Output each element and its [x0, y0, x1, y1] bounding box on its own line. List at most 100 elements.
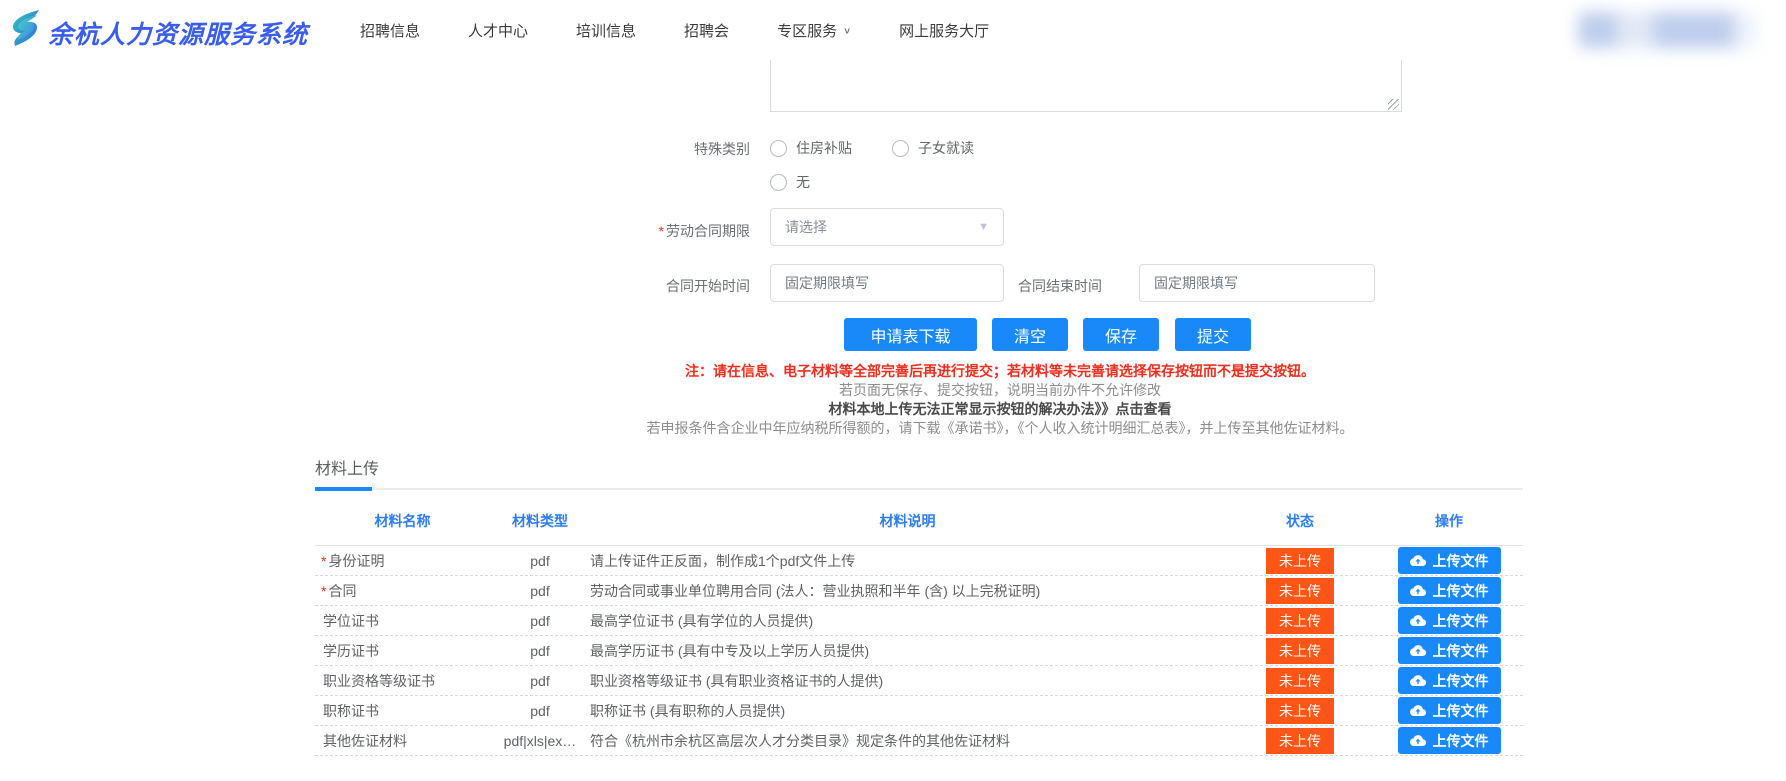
nav-item-online-service-hall[interactable]: 网上服务大厅: [899, 20, 989, 41]
status-badge: 未上传: [1266, 728, 1334, 754]
status-badge: 未上传: [1266, 548, 1334, 574]
upload-file-button[interactable]: 上传文件: [1398, 547, 1501, 574]
top-navbar: 余杭人力资源服务系统 招聘信息 人才中心 培训信息 招聘会 专区服务 ∨ 网上服…: [0, 0, 1786, 60]
brand-logo[interactable]: 余杭人力资源服务系统: [10, 9, 308, 56]
clear-button[interactable]: 清空: [992, 318, 1068, 351]
note-line-2: 若页面无保存、提交按钮，说明当前办件不允许修改: [420, 381, 1580, 400]
material-desc: 请上传证件正反面，制作成1个pdf文件上传: [590, 551, 1225, 571]
radio-circle-icon[interactable]: [770, 140, 787, 157]
cloud-upload-icon: [1410, 584, 1426, 597]
material-type: pdf: [490, 553, 590, 569]
material-name: 职称证书: [323, 703, 379, 719]
material-name: 身份证明: [328, 553, 384, 569]
col-header-name: 材料名称: [315, 511, 490, 531]
note-upload-help-link[interactable]: 材料本地上传无法正常显示按钮的解决办法》》点击查看: [420, 400, 1580, 419]
status-badge: 未上传: [1266, 698, 1334, 724]
user-account-blurred[interactable]: [1578, 12, 1756, 48]
status-badge: 未上传: [1266, 578, 1334, 604]
required-asterisk: *: [659, 223, 664, 239]
radio-none[interactable]: 无: [770, 172, 810, 192]
cloud-upload-icon: [1410, 704, 1426, 717]
status-badge: 未上传: [1266, 638, 1334, 664]
contract-term-label: *劳动合同期限: [560, 221, 750, 241]
material-type: pdf: [490, 613, 590, 629]
required-asterisk: *: [321, 583, 326, 599]
cloud-upload-icon: [1410, 674, 1426, 687]
nav-item-job-fair[interactable]: 招聘会: [684, 20, 729, 41]
save-button[interactable]: 保存: [1083, 318, 1159, 351]
note-warning: 注：请在信息、电子材料等全部完善后再进行提交；若材料等未完善请选择保存按钮而不是…: [420, 362, 1580, 381]
nav-item-talent-center[interactable]: 人才中心: [468, 20, 528, 41]
notes-block: 注：请在信息、电子材料等全部完善后再进行提交；若材料等未完善请选择保存按钮而不是…: [420, 362, 1580, 438]
material-name: 职业资格等级证书: [323, 673, 435, 689]
upload-file-button[interactable]: 上传文件: [1398, 667, 1501, 694]
material-type: pdf: [490, 703, 590, 719]
table-row: 学位证书 pdf 最高学位证书 (具有学位的人员提供) 未上传 上传文件: [315, 606, 1523, 636]
note-line-4: 若申报条件含企业中年应纳税所得额的，请下载《承诺书》，《个人收入统计明细汇总表》…: [420, 419, 1580, 438]
table-row: *身份证明 pdf 请上传证件正反面，制作成1个pdf文件上传 未上传 上传文件: [315, 546, 1523, 576]
material-type: pdf: [490, 673, 590, 689]
material-name: 学历证书: [323, 643, 379, 659]
col-header-desc: 材料说明: [590, 511, 1225, 531]
upload-file-button[interactable]: 上传文件: [1398, 727, 1501, 754]
material-type: pdf|xls|ex…: [490, 733, 590, 749]
material-desc: 符合《杭州市余杭区高层次人才分类目录》规定条件的其他佐证材料: [590, 731, 1225, 751]
submit-button[interactable]: 提交: [1175, 318, 1251, 351]
col-header-type: 材料类型: [490, 511, 590, 531]
table-row: *合同 pdf 劳动合同或事业单位聘用合同 (法人：营业执照和半年 (含) 以上…: [315, 576, 1523, 606]
upload-file-button[interactable]: 上传文件: [1398, 607, 1501, 634]
section-divider-accent: [315, 487, 372, 491]
radio-housing-subsidy[interactable]: 住房补贴: [770, 138, 852, 158]
main-nav: 招聘信息 人才中心 培训信息 招聘会 专区服务 ∨ 网上服务大厅: [360, 0, 989, 60]
materials-table: 材料名称 材料类型 材料说明 状态 操作 *身份证明 pdf 请上传证件正反面，…: [315, 496, 1523, 756]
cloud-upload-icon: [1410, 644, 1426, 657]
material-desc: 职称证书 (具有职称的人员提供): [590, 701, 1225, 721]
upload-file-button[interactable]: 上传文件: [1398, 697, 1501, 724]
radio-circle-icon[interactable]: [770, 174, 787, 191]
materials-section-title: 材料上传: [315, 455, 379, 479]
radio-circle-icon[interactable]: [892, 140, 909, 157]
materials-table-body: *身份证明 pdf 请上传证件正反面，制作成1个pdf文件上传 未上传 上传文件…: [315, 546, 1523, 756]
material-desc: 劳动合同或事业单位聘用合同 (法人：营业执照和半年 (含) 以上完税证明): [590, 581, 1225, 601]
cloud-upload-icon: [1410, 614, 1426, 627]
brand-name: 余杭人力资源服务系统: [48, 15, 308, 51]
material-name: 合同: [328, 583, 356, 599]
brand-logo-icon: [10, 9, 42, 56]
material-type: pdf: [490, 583, 590, 599]
contract-term-select[interactable]: 请选择 ▼: [770, 208, 1004, 246]
col-header-action: 操作: [1375, 511, 1523, 531]
contract-end-label: 合同结束时间: [930, 276, 1102, 296]
table-row: 职称证书 pdf 职称证书 (具有职称的人员提供) 未上传 上传文件: [315, 696, 1523, 726]
material-name: 学位证书: [323, 613, 379, 629]
table-row: 学历证书 pdf 最高学历证书 (具有中专及以上学历人员提供) 未上传 上传文件: [315, 636, 1523, 666]
contract-end-input[interactable]: [1139, 264, 1375, 302]
material-desc: 职业资格等级证书 (具有职业资格证书的人提供): [590, 671, 1225, 691]
chevron-down-icon: ∨: [843, 25, 851, 35]
special-category-radio-row-1: 住房补贴 子女就读: [770, 138, 974, 158]
material-type: pdf: [490, 643, 590, 659]
special-category-radio-row-2: 无: [770, 172, 810, 192]
materials-table-header: 材料名称 材料类型 材料说明 状态 操作: [315, 496, 1523, 546]
status-badge: 未上传: [1266, 608, 1334, 634]
nav-item-zone-services[interactable]: 专区服务 ∨: [777, 20, 851, 41]
required-asterisk: *: [321, 553, 326, 569]
remarks-textarea[interactable]: [770, 60, 1402, 112]
section-divider: [315, 488, 1523, 490]
table-row: 职业资格等级证书 pdf 职业资格等级证书 (具有职业资格证书的人提供) 未上传…: [315, 666, 1523, 696]
cloud-upload-icon: [1410, 554, 1426, 567]
cloud-upload-icon: [1410, 734, 1426, 747]
upload-file-button[interactable]: 上传文件: [1398, 637, 1501, 664]
radio-children-schooling[interactable]: 子女就读: [892, 138, 974, 158]
nav-item-training-info[interactable]: 培训信息: [576, 20, 636, 41]
col-header-status: 状态: [1225, 511, 1375, 531]
page: 余杭人力资源服务系统 招聘信息 人才中心 培训信息 招聘会 专区服务 ∨ 网上服…: [0, 0, 1786, 781]
download-application-button[interactable]: 申请表下载: [844, 318, 977, 351]
table-row: 其他佐证材料 pdf|xls|ex… 符合《杭州市余杭区高层次人才分类目录》规定…: [315, 726, 1523, 756]
special-category-label: 特殊类别: [600, 139, 750, 159]
upload-file-button[interactable]: 上传文件: [1398, 577, 1501, 604]
material-name: 其他佐证材料: [323, 733, 407, 749]
status-badge: 未上传: [1266, 668, 1334, 694]
nav-item-recruit-info[interactable]: 招聘信息: [360, 20, 420, 41]
contract-start-label: 合同开始时间: [560, 276, 750, 296]
select-caret-icon: ▼: [978, 221, 989, 233]
